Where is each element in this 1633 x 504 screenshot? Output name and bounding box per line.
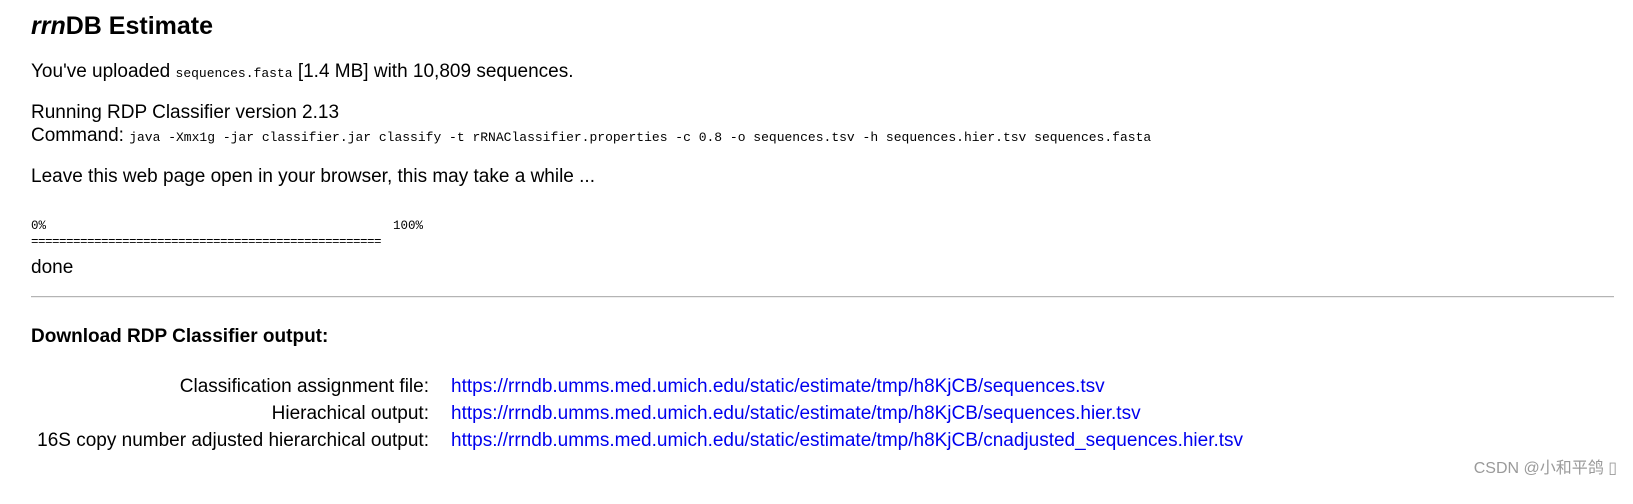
upload-summary: You've uploaded sequences.fasta [1.4 MB]… — [31, 61, 574, 83]
progress-bar: ========================================… — [31, 235, 382, 249]
classifier-version: Running RDP Classifier version 2.13 — [31, 102, 340, 123]
wait-notice: Leave this web page open in your browser… — [31, 166, 595, 187]
upload-prefix: You've uploaded — [31, 61, 176, 82]
download-label: 16S copy number adjusted hierarchical ou… — [37, 430, 429, 451]
download-link-cell: https://rrndb.umms.med.umich.edu/static/… — [451, 375, 1243, 402]
download-link-cnadjusted[interactable]: https://rrndb.umms.med.umich.edu/static/… — [451, 430, 1243, 451]
download-link-assignment[interactable]: https://rrndb.umms.med.umich.edu/static/… — [451, 376, 1105, 397]
upload-filename: sequences.fasta — [175, 66, 293, 81]
section-divider — [31, 296, 1614, 298]
progress-start-label: 0% — [31, 219, 47, 233]
page-title-rest: DB Estimate — [65, 12, 213, 40]
download-heading: Download RDP Classifier output: — [31, 326, 329, 347]
download-label: Classification assignment file: — [179, 376, 429, 397]
download-label: Hierachical output: — [271, 403, 429, 424]
csdn-watermark: CSDN @小和平鸽 ▯ — [1473, 460, 1617, 477]
progress-indicator: 0% 100% ================================… — [31, 218, 423, 250]
page-title-italic: rrn — [31, 12, 66, 40]
download-row-cnadjusted: 16S copy number adjusted hierarchical ou… — [31, 429, 1243, 456]
download-row-assignment: Classification assignment file: https://… — [31, 375, 1243, 402]
download-link-hierarchical[interactable]: https://rrndb.umms.med.umich.edu/static/… — [451, 403, 1141, 424]
status-text: done — [31, 257, 74, 278]
progress-end-label: 100% — [392, 219, 423, 233]
command-label: Command: — [31, 125, 130, 146]
upload-suffix: [1.4 MB] with 10,809 sequences. — [292, 61, 574, 82]
download-table: Classification assignment file: https://… — [31, 375, 1243, 456]
classifier-command: Command: java -Xmx1g -jar classifier.jar… — [31, 125, 1151, 147]
progress-labels: 0% 100% — [31, 218, 423, 234]
download-row-hierarchical: Hierachical output: https://rrndb.umms.m… — [31, 402, 1243, 429]
download-link-cell: https://rrndb.umms.med.umich.edu/static/… — [451, 429, 1243, 456]
download-link-cell: https://rrndb.umms.med.umich.edu/static/… — [451, 402, 1243, 429]
command-text: java -Xmx1g -jar classifier.jar classify… — [129, 130, 1152, 145]
page-title: rrnDB Estimate — [31, 12, 213, 41]
